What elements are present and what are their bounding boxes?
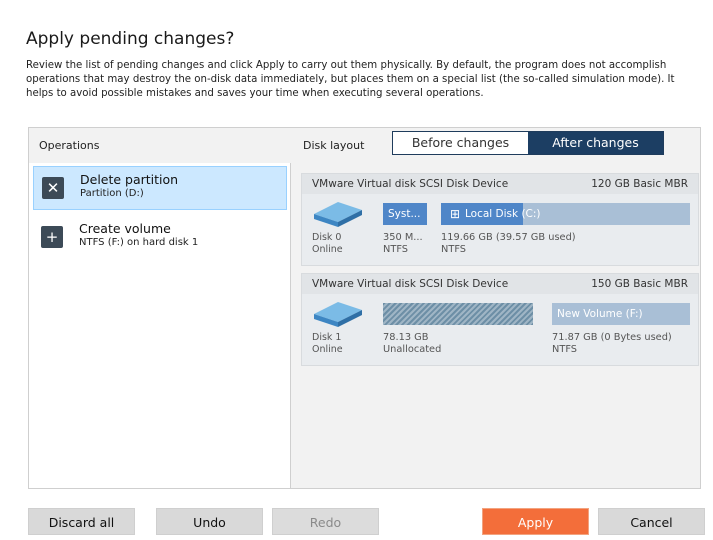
disk-device-name: VMware Virtual disk SCSI Disk Device xyxy=(312,278,509,290)
operation-name: Create volume xyxy=(79,221,171,236)
disk-card-0[interactable]: VMware Virtual disk SCSI Disk Device 120… xyxy=(301,173,699,266)
cancel-button[interactable]: Cancel xyxy=(598,508,705,535)
redo-button[interactable]: Redo xyxy=(272,508,379,535)
disk-header: VMware Virtual disk SCSI Disk Device 120… xyxy=(302,174,698,194)
disk-number: Disk 0 xyxy=(312,232,342,243)
partition-size: 119.66 GB (39.57 GB used) xyxy=(441,232,576,243)
hard-disk-icon xyxy=(314,202,362,227)
disk-device-name: VMware Virtual disk SCSI Disk Device xyxy=(312,178,509,190)
disk-number: Disk 1 xyxy=(312,332,342,343)
operation-item-create-volume[interactable]: + Create volume NTFS (F:) on hard disk 1 xyxy=(33,216,287,260)
disk-status: Online xyxy=(312,244,343,255)
partition-bar-system[interactable]: Syst... xyxy=(383,203,427,225)
operations-list: ✕ Delete partition Partition (D:) + Crea… xyxy=(29,163,291,488)
before-changes-tab[interactable]: Before changes xyxy=(393,132,528,154)
layout-toggle: Before changes After changes xyxy=(392,131,664,155)
operation-detail: NTFS (F:) on hard disk 1 xyxy=(79,237,199,248)
operations-header-label: Operations xyxy=(39,139,100,152)
partition-size: 71.87 GB (0 Bytes used) xyxy=(552,332,672,343)
disk-size: 150 GB Basic MBR xyxy=(591,278,688,290)
dialog-title: Apply pending changes? xyxy=(26,29,235,49)
undo-button[interactable]: Undo xyxy=(156,508,263,535)
operations-header: Operations xyxy=(29,128,289,163)
close-icon: ✕ xyxy=(42,177,64,199)
partition-fs: NTFS xyxy=(552,344,577,355)
disk-size: 120 GB Basic MBR xyxy=(591,178,688,190)
partition-bar-unallocated[interactable] xyxy=(383,303,533,325)
operation-name: Delete partition xyxy=(80,172,179,187)
hard-disk-icon xyxy=(314,302,362,327)
partition-fs: NTFS xyxy=(441,244,466,255)
discard-all-button[interactable]: Discard all xyxy=(28,508,135,535)
partition-fs: NTFS xyxy=(383,244,408,255)
partition-label: Local Disk (C:) xyxy=(465,208,541,220)
disk-header: VMware Virtual disk SCSI Disk Device 150… xyxy=(302,274,698,294)
windows-icon: ⊞ xyxy=(450,207,461,221)
disk-card-1[interactable]: VMware Virtual disk SCSI Disk Device 150… xyxy=(301,273,699,366)
disk-layout-label: Disk layout xyxy=(303,139,365,152)
partition-size: 78.13 GB xyxy=(383,332,429,343)
dialog-description: Review the list of pending changes and c… xyxy=(26,60,675,99)
partition-fs: Unallocated xyxy=(383,344,442,355)
partition-size: 350 M... xyxy=(383,232,423,243)
plus-icon: + xyxy=(41,226,63,248)
disk-status: Online xyxy=(312,344,343,355)
main-panel: Operations ✕ Delete partition Partition … xyxy=(28,127,701,489)
operation-item-delete-partition[interactable]: ✕ Delete partition Partition (D:) xyxy=(33,166,287,210)
apply-button[interactable]: Apply xyxy=(482,508,589,535)
operation-detail: Partition (D:) xyxy=(80,188,144,199)
partition-bar-f[interactable]: New Volume (F:) xyxy=(552,303,690,325)
partition-bar-c[interactable]: ⊞ Local Disk (C:) xyxy=(441,203,690,225)
after-changes-tab[interactable]: After changes xyxy=(528,132,663,154)
